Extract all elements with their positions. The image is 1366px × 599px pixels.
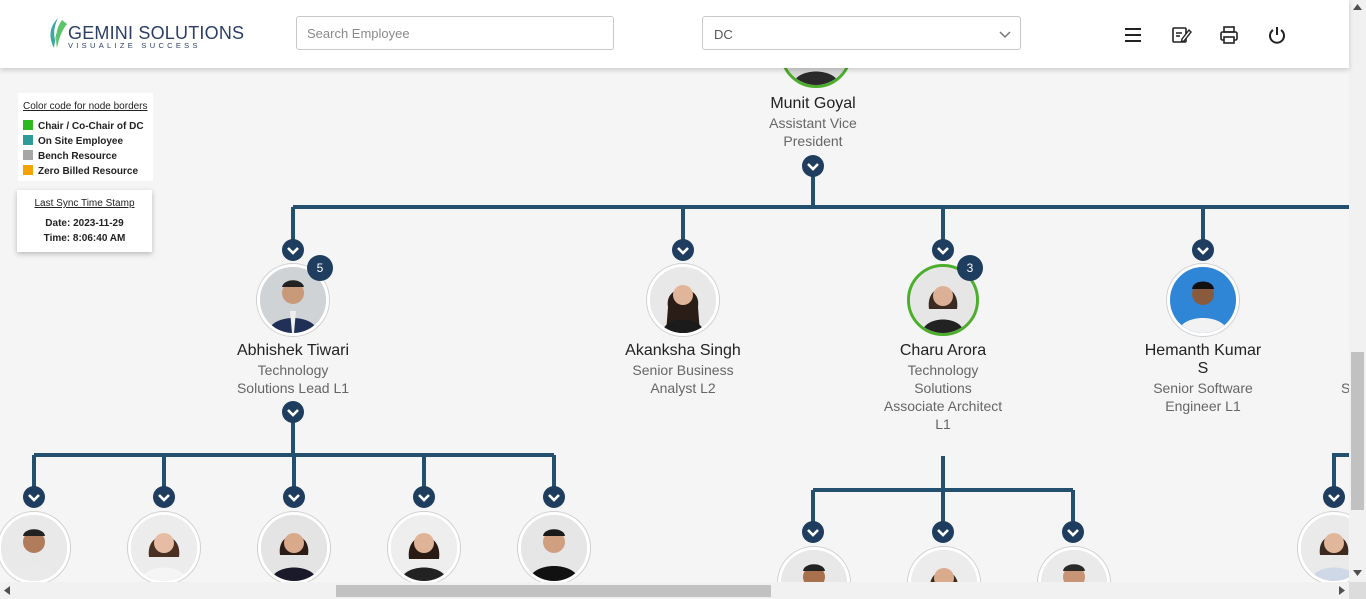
root-title-line2: President [783,133,843,149]
expand-chevron-icon[interactable] [543,486,565,508]
sync-time: Time: 8:06:40 AM [43,233,126,244]
collapse-chevron-icon[interactable] [802,155,824,177]
legend-swatch [23,120,33,130]
sync-timestamp-panel: Last Sync Time Stamp Date: 2023-11-29 Ti… [17,190,152,252]
scroll-right-arrow-icon[interactable] [1339,586,1345,595]
expand-chevron-icon[interactable] [1192,239,1214,261]
employee-title-line: Senior Software [1153,380,1253,396]
legend-item-bench: Bench Resource [23,150,117,162]
expand-chevron-icon[interactable] [282,239,304,261]
dc-select[interactable]: DC [702,16,1021,50]
reports-count-badge: 5 [307,255,333,281]
employee-name-line2[interactable]: S [1123,360,1283,378]
top-header: GEMINI SOLUTIONS VISUALIZE SUCCESS DC [0,0,1349,68]
legend-swatch [23,165,33,175]
employee-name[interactable]: Akanksha Singh [603,342,763,360]
sync-title: Last Sync Time Stamp [34,198,135,209]
avatar-employee[interactable] [518,512,590,584]
expand-chevron-icon[interactable] [413,486,435,508]
employee-title-line: Technology [907,362,979,378]
avatar-employee[interactable] [258,512,330,584]
legend-item-chair: Chair / Co-Chair of DC [23,120,144,132]
employee-name[interactable]: Hemanth Kumar [1123,342,1283,360]
legend-title: Color code for node borders [23,101,148,112]
gemini-logo[interactable]: GEMINI SOLUTIONS VISUALIZE SUCCESS [46,14,244,54]
expand-chevron-icon[interactable] [283,486,305,508]
sync-date: Date: 2023-11-29 [45,218,124,229]
expand-chevron-icon[interactable] [802,521,824,543]
chevron-down-icon [999,31,1011,39]
expand-chevron-icon[interactable] [672,239,694,261]
legend-item-onsite: On Site Employee [23,135,123,147]
legend-label: Bench Resource [38,151,117,162]
employee-title-line: Technology [257,362,329,378]
legend-item-zero-billed: Zero Billed Resource [23,165,138,177]
employee-title-line: Solutions [914,380,972,396]
expand-chevron-icon[interactable] [932,521,954,543]
avatar-hemanth-kumar[interactable] [1167,264,1239,336]
employee-title-line: Solutions Lead L1 [236,380,350,396]
legend-swatch [23,150,33,160]
employee-title-line: Analyst L2 [650,380,716,396]
logo-tagline: VISUALIZE SUCCESS [68,41,201,50]
edit-icon[interactable] [1170,24,1192,46]
legend-label: On Site Employee [38,136,124,147]
employee-name[interactable]: Abhishek Tiwari [213,342,373,360]
leaf-logo-icon [50,18,67,48]
dc-select-value: DC [714,27,733,42]
vertical-scroll-thumb[interactable] [1351,352,1364,510]
employee-title-line: Associate Architect [883,398,1003,414]
employee-title-line: Senior Business [632,362,734,378]
employee-name[interactable]: Charu Arora [863,342,1023,360]
avatar-akanksha-singh[interactable] [647,264,719,336]
expand-chevron-icon[interactable] [932,239,954,261]
employee-title-line: L1 [935,416,951,432]
legend-swatch [23,135,33,145]
scroll-up-arrow-icon[interactable] [1353,4,1362,10]
avatar-employee[interactable] [388,512,460,584]
root-name[interactable]: Munit Goyal [733,95,893,113]
legend-label: Chair / Co-Chair of DC [38,121,144,132]
scroll-left-arrow-icon[interactable] [4,586,10,595]
root-title-line1: Assistant Vice [769,115,857,131]
expand-chevron-icon[interactable] [282,401,304,423]
scrollbar-corner [1349,582,1366,599]
expand-chevron-icon[interactable] [153,486,175,508]
avatar-employee[interactable] [0,512,70,584]
legend-label: Zero Billed Resource [38,166,139,177]
expand-chevron-icon[interactable] [23,486,45,508]
menu-icon[interactable] [1122,24,1144,46]
color-legend: Color code for node borders Chair / Co-C… [18,93,153,181]
horizontal-scroll-thumb[interactable] [336,585,771,597]
scroll-down-arrow-icon[interactable] [1353,570,1362,576]
power-icon[interactable] [1266,24,1288,46]
reports-count-badge: 3 [957,255,983,281]
avatar-employee[interactable] [128,512,200,584]
employee-title-line: Engineer L1 [1165,398,1241,414]
print-icon[interactable] [1218,24,1240,46]
expand-chevron-icon[interactable] [1062,521,1084,543]
search-employee-input[interactable] [296,16,614,50]
